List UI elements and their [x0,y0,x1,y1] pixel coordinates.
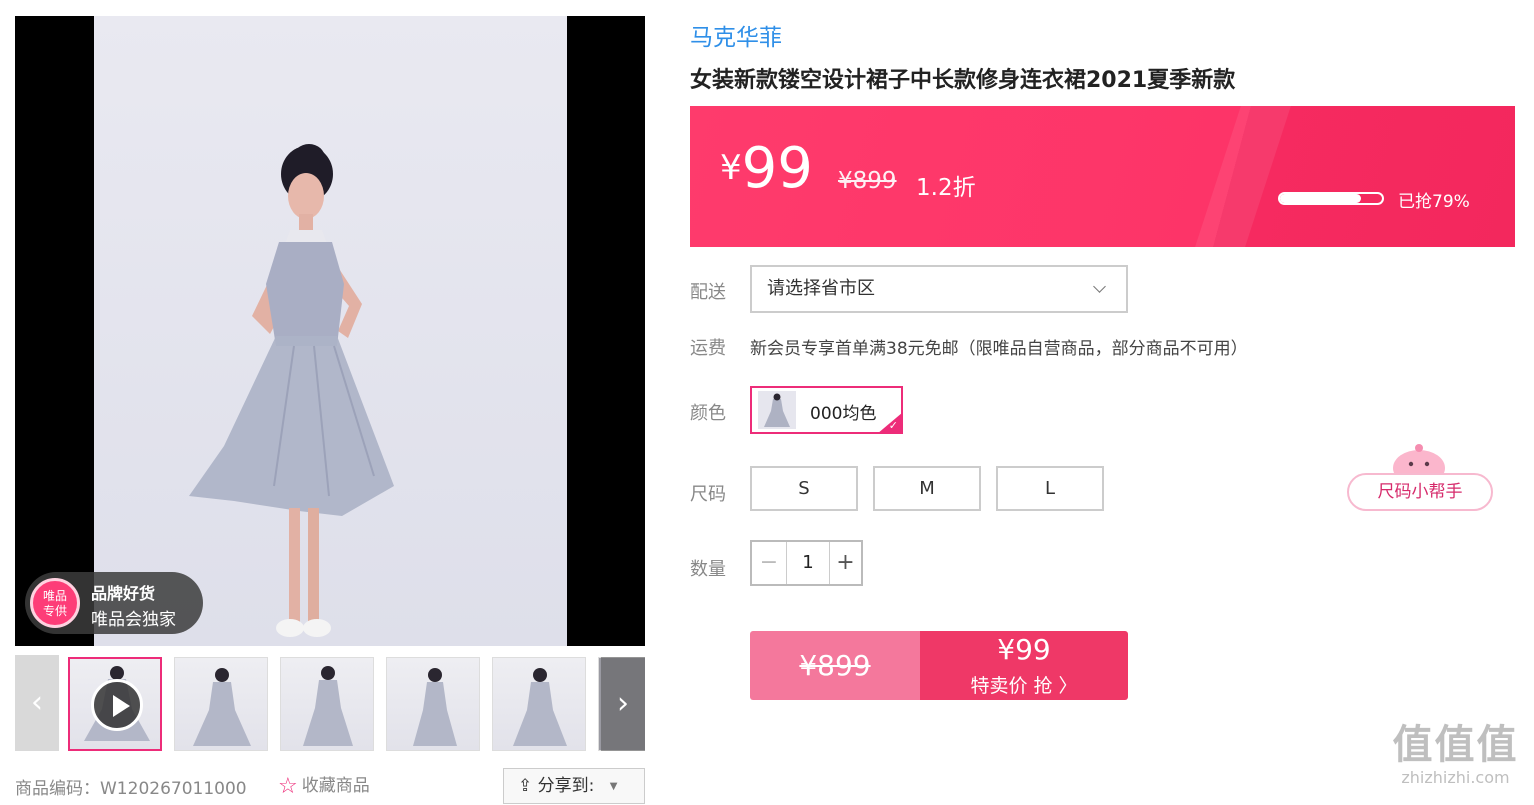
badge-circle-line2: 专供 [42,604,67,618]
size-option-l[interactable]: L [996,466,1104,511]
chevron-down-icon [1093,280,1106,293]
badge-title: 品牌好货 [91,584,156,603]
sold-percentage: 已抢79% [1398,192,1470,212]
buy-now-button[interactable]: ¥99 特卖价 抢 〉 [920,631,1128,700]
watermark-logo: 值值值 [1392,722,1519,768]
quantity-label: 数量 [690,559,726,580]
currency-symbol: ¥ [720,148,742,188]
thumbnail-video[interactable] [68,657,162,751]
thumbnail-strip: ‹ › [15,655,645,751]
favorite-button[interactable]: ☆ 收藏商品 [278,771,370,799]
share-button[interactable]: ⇪ 分享到: ▼ [503,768,645,804]
sku: 商品编码：W120267011000 [15,774,247,799]
brand-link[interactable]: 马克华菲 [690,18,782,52]
current-price-value: 99 [741,136,813,201]
color-label: 颜色 [690,403,726,424]
sku-label: 商品编码： [15,779,100,799]
share-label: 分享到: [537,776,595,796]
product-title: 女装新款镂空设计裙子中长款修身连衣裙2021夏季新款 [690,68,1236,93]
color-option-label: 000均色 [810,404,877,424]
buy-cta-label: 特卖价 抢 〉 [970,675,1078,697]
thumbnail-image[interactable] [174,657,268,751]
region-select-placeholder: 请选择省市区 [767,278,875,299]
color-swatch-image [758,391,796,429]
sku-value: W120267011000 [100,779,247,799]
buy-button-group: ¥899 ¥99 特卖价 抢 〉 [750,631,1128,700]
discount-label: 1.2折 [916,175,976,201]
product-photo [94,16,567,646]
size-label: 尺码 [690,484,726,505]
thumbnail-image[interactable] [386,657,480,751]
favorite-label: 收藏商品 [301,776,370,796]
quantity-decrease-button[interactable]: − [752,542,786,584]
mascot-icon [1393,444,1445,476]
current-price: ¥99 [720,136,813,201]
size-helper-button[interactable]: 尺码小帮手 [1347,473,1493,511]
thumbnail-image[interactable] [280,657,374,751]
size-option-m[interactable]: M [873,466,981,511]
size-option-s[interactable]: S [750,466,858,511]
banner-stripe [1195,106,1291,247]
caret-down-icon: ▼ [609,781,618,792]
play-icon[interactable] [91,679,143,731]
price-banner: ¥99 ¥899 1.2折 已抢79% [690,106,1515,247]
brand-badge: 唯品 专供 品牌好货 唯品会独家 [25,572,203,634]
buy-original-price[interactable]: ¥899 [750,631,920,700]
chevron-left-icon[interactable]: ‹ [15,655,59,751]
region-select[interactable]: 请选择省市区 [750,265,1128,313]
check-icon: ✓ [888,419,898,432]
chevron-right-icon[interactable]: › [601,657,645,751]
vip-exclusive-icon: 唯品 专供 [30,578,80,628]
quantity-input[interactable]: 1 [786,542,830,584]
star-icon: ☆ [278,774,298,799]
shipping-label: 运费 [690,338,726,359]
thumbnail-image[interactable] [492,657,586,751]
quantity-stepper: − 1 + [750,540,863,586]
product-meta-row: 商品编码：W120267011000 ☆ 收藏商品 ⇪ 分享到: ▼ [15,768,645,804]
quantity-increase-button[interactable]: + [830,542,861,584]
original-price: ¥899 [838,168,897,194]
watermark-domain: zhizhizhi.com [1401,768,1510,787]
badge-subtitle: 唯品会独家 [91,610,176,630]
shipping-info: 新会员专享首单满38元免邮（限唯品自营商品，部分商品不可用） [750,339,1248,359]
watermark: 值值值 zhizhizhi.com [1383,722,1528,800]
main-product-image[interactable]: 唯品 专供 品牌好货 唯品会独家 [15,16,645,646]
color-option-selected[interactable]: 000均色 ✓ [750,386,903,434]
badge-circle-line1: 唯品 [42,589,67,603]
sold-progress-bar [1278,192,1384,205]
sold-progress-fill [1280,194,1361,203]
share-icon: ⇪ [518,776,533,796]
delivery-label: 配送 [690,282,726,303]
buy-price: ¥99 [997,633,1051,666]
